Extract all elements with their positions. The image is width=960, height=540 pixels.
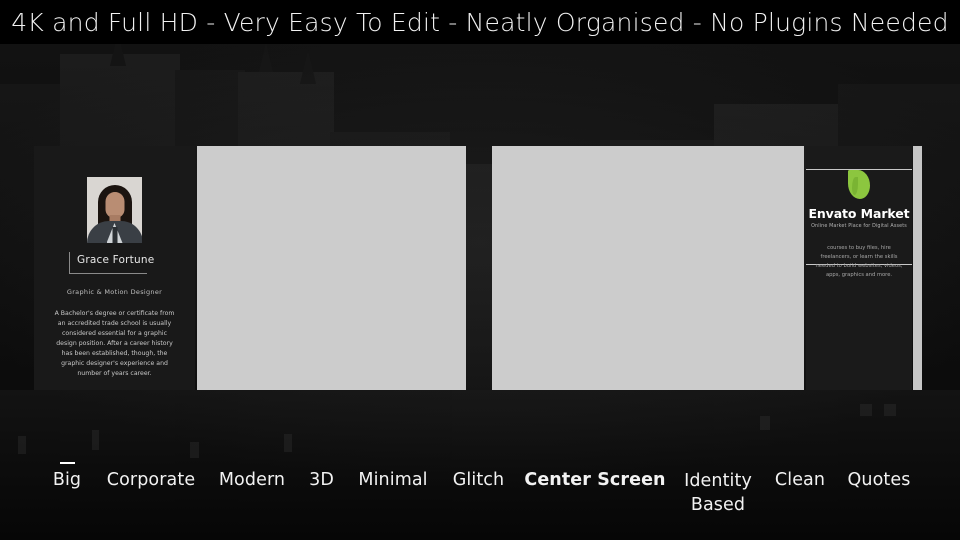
slide-thumbnail-row: Grace Fortune Graphic & Motion Designer … [0, 146, 960, 392]
envato-title: Envato Market [808, 206, 910, 221]
profile-name-block: Grace Fortune [69, 252, 165, 274]
nav-item-clean[interactable]: Clean [769, 470, 831, 490]
headline-bar: 4K and Full HD - Very Easy To Edit - Nea… [0, 0, 960, 44]
profile-name: Grace Fortune [77, 254, 155, 266]
nav-item-identity-based[interactable]: Identity Based [679, 470, 757, 517]
nav-item-glitch[interactable]: Glitch [447, 470, 510, 490]
category-nav: Big Corporate Modern 3D Minimal Glitch Center … [0, 462, 960, 524]
nav-item-big[interactable]: Big [47, 470, 87, 490]
nav-item-corporate[interactable]: Corporate [100, 470, 202, 490]
avatar [87, 177, 142, 243]
envato-leaf-icon [848, 170, 870, 199]
profile-bio: A Bachelor's degree or certificate from … [54, 310, 175, 378]
envato-body: courses to buy files, hire freelancers, … [815, 245, 903, 278]
slide-edge-strip [913, 146, 922, 390]
page-title: 4K and Full HD - Very Easy To Edit - Nea… [11, 7, 949, 37]
profile-role: Graphic & Motion Designer [66, 288, 163, 296]
slide-profile-card[interactable]: Grace Fortune Graphic & Motion Designer … [34, 146, 195, 390]
nav-item-minimal[interactable]: Minimal [352, 470, 434, 490]
nav-item-center-screen[interactable]: Center Screen [524, 470, 666, 490]
nav-item-3d[interactable]: 3D [305, 470, 338, 490]
envato-subtitle: Online Market Place for Digital Assets [811, 224, 907, 229]
slide-blank-panel-2[interactable] [492, 146, 804, 390]
slide-preview-stage: 4K and Full HD - Very Easy To Edit - Nea… [0, 0, 960, 540]
slide-blank-panel-1[interactable] [197, 146, 466, 390]
slide-envato-card[interactable]: Envato Market Online Market Place for Di… [806, 146, 912, 390]
nav-item-quotes[interactable]: Quotes [840, 470, 918, 490]
nav-active-indicator [59, 462, 75, 464]
nav-item-modern[interactable]: Modern [213, 470, 291, 490]
